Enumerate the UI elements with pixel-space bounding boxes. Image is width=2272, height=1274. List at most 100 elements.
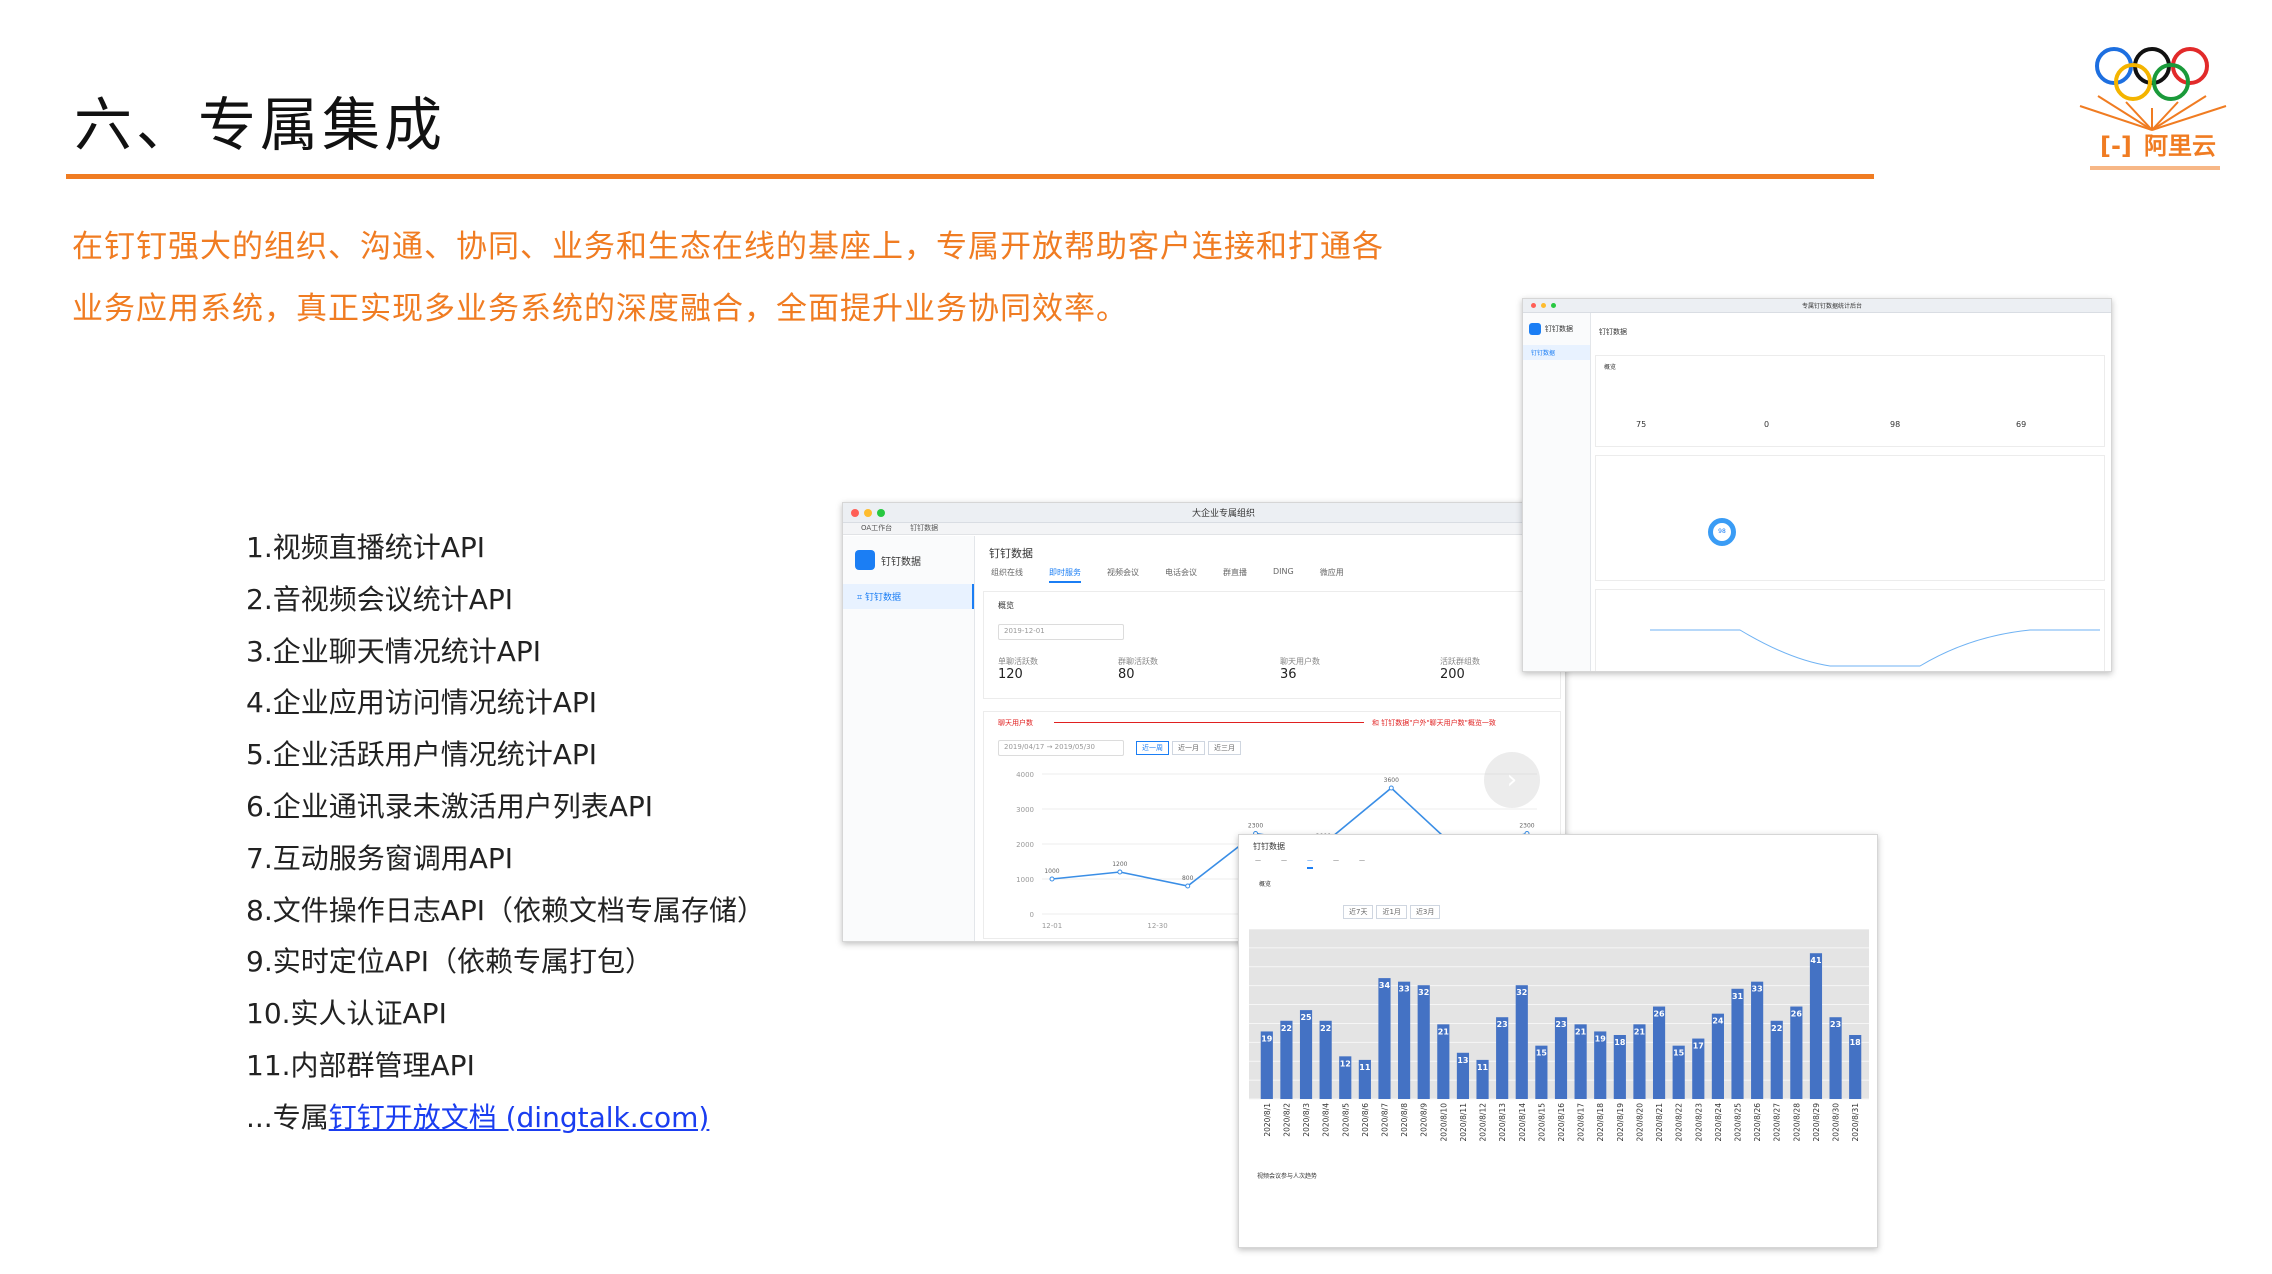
sidebar-app-title: 钉钉数据 <box>881 556 921 568</box>
title-underline <box>66 174 1874 179</box>
tab-5[interactable]: DING <box>1273 567 1294 583</box>
kpi-value: 80 <box>1118 667 1135 682</box>
overview-label: 概览 <box>1604 364 1617 371</box>
bar <box>1299 1010 1313 1099</box>
tab-1[interactable]: 即时服务 <box>1049 567 1081 583</box>
data-point <box>1117 869 1123 875</box>
range-buttons: 近一周 近一月 近三月 <box>1136 741 1244 755</box>
minimize-dot <box>864 508 872 517</box>
screenshot-top: 专属钉钉数据统计后台 钉钉数据 钉钉数据 钉钉数据 概览 75 0 98 69 … <box>1522 298 2112 672</box>
data-label: 1200 <box>1112 861 1127 868</box>
zoom-dot <box>1551 303 1556 308</box>
tab-2[interactable]: 视频会议 <box>1107 567 1139 583</box>
bar-value-label: 25 <box>1300 1013 1312 1022</box>
x-tick-label: 2020/8/2 <box>1282 1103 1291 1137</box>
bar-value-label: 18 <box>1850 1038 1862 1047</box>
tab-4[interactable]: — <box>1359 857 1365 869</box>
y-tick-label: 4000 <box>1016 771 1034 779</box>
close-dot <box>851 508 859 517</box>
tab-0[interactable]: — <box>1255 857 1261 869</box>
tab-3[interactable]: 电话会议 <box>1165 567 1197 583</box>
bar <box>1809 953 1823 1099</box>
bar <box>1711 1013 1724 1099</box>
x-tick-label: 2020/8/5 <box>1341 1103 1350 1137</box>
bar-value-label: 22 <box>1771 1024 1782 1033</box>
browser-tab-1[interactable]: OA工作台 <box>861 523 892 534</box>
tab-bar: — — — — — <box>1255 857 1365 869</box>
bar <box>1496 1017 1509 1099</box>
data-label: 800 <box>1182 875 1194 882</box>
sidebar-item-data[interactable]: 钉钉数据 <box>1523 345 1590 360</box>
tab-0[interactable]: 组织在线 <box>991 567 1023 583</box>
x-tick-label: 2020/8/27 <box>1773 1103 1782 1142</box>
kpi-1: 群聊活跃数 80 <box>1118 656 1158 682</box>
tab-3[interactable]: — <box>1333 857 1339 869</box>
bar-value-label: 22 <box>1281 1024 1292 1033</box>
y-tick-label: 3000 <box>1016 806 1034 814</box>
x-tick-label: 2020/8/1 <box>1263 1103 1272 1137</box>
data-label: 3600 <box>1384 777 1399 784</box>
chart-label: 聊天用户数 <box>998 719 1033 727</box>
x-tick-label: 2020/8/23 <box>1694 1103 1703 1142</box>
kpi-0: 单聊活跃数 120 <box>998 656 1038 682</box>
kpi-value: 200 <box>1440 667 1465 682</box>
date-picker[interactable]: 2019-12-01 <box>998 624 1124 640</box>
bar <box>1378 978 1391 1099</box>
range-week-button[interactable]: 近一周 <box>1136 741 1169 755</box>
api-item: 1.视频直播统计API <box>246 531 486 564</box>
bar-value-label: 11 <box>1477 1063 1489 1072</box>
tab-2[interactable]: — <box>1307 857 1313 869</box>
data-point <box>1049 876 1055 882</box>
window-titlebar: 大企业专属组织 <box>843 503 1565 523</box>
x-tick-label: 2020/8/14 <box>1518 1103 1527 1142</box>
area-card <box>1595 589 2105 671</box>
bar-value-label: 26 <box>1653 1010 1665 1019</box>
kpi-0: 75 <box>1636 420 1647 429</box>
next-page-button[interactable]: › <box>1484 752 1540 808</box>
x-tick-label: 2020/8/15 <box>1537 1103 1546 1142</box>
x-tick-label: 2020/8/9 <box>1420 1103 1429 1137</box>
dingtalk-docs-link[interactable]: 钉钉开放文档 (dingtalk.com) <box>329 1101 710 1134</box>
range-value: 2019/04/17 → 2019/05/30 <box>1004 743 1096 751</box>
range-7d-button[interactable]: 近7天 <box>1343 905 1374 919</box>
page-title: 钉钉数据 <box>1253 842 1285 851</box>
range-month-button[interactable]: 近一月 <box>1172 741 1205 755</box>
footer-prefix: ...专属 <box>246 1100 329 1134</box>
overview-label: 概览 <box>998 601 1014 610</box>
kpi-label: 聊天用户数 <box>1280 657 1320 666</box>
data-label: 2300 <box>1519 823 1534 830</box>
bar-value-label: 18 <box>1614 1038 1626 1047</box>
bar-value-label: 15 <box>1536 1049 1548 1058</box>
x-tick-label: 2020/8/16 <box>1557 1103 1566 1142</box>
tab-1[interactable]: — <box>1281 857 1287 869</box>
kpi-label: 单聊活跃数 <box>998 657 1038 666</box>
ring-card: 98 <box>1595 455 2105 581</box>
x-tick-label: 2020/8/7 <box>1380 1103 1389 1137</box>
x-tick-label: 2020/8/12 <box>1479 1103 1488 1142</box>
kpi-3: 69 <box>2016 420 2027 429</box>
bar-value-label: 12 <box>1340 1059 1351 1068</box>
range-3m-button[interactable]: 近3月 <box>1409 905 1441 919</box>
range-picker[interactable]: 2019/04/17 → 2019/05/30 <box>998 740 1124 756</box>
window-title: 专属钉钉数据统计后台 <box>1801 303 1862 310</box>
range-1m-button[interactable]: 近1月 <box>1376 905 1407 919</box>
bar-value-label: 19 <box>1261 1034 1273 1043</box>
tab-4[interactable]: 群直播 <box>1223 567 1247 583</box>
tab-6[interactable]: 微应用 <box>1320 567 1344 583</box>
range-quarter-button[interactable]: 近三月 <box>1208 741 1241 755</box>
bar-value-label: 21 <box>1438 1027 1450 1036</box>
x-tick-label: 2020/8/22 <box>1675 1103 1684 1142</box>
x-tick-label: 2020/8/10 <box>1439 1103 1448 1142</box>
bar-value-label: 23 <box>1555 1020 1566 1029</box>
browser-tab-2[interactable]: 钉钉数据 <box>910 523 938 534</box>
bar-value-label: 22 <box>1320 1024 1331 1033</box>
kpi-label: 活跃群组数 <box>1440 657 1480 666</box>
api-item: 9.实时定位API（依赖专属打包） <box>246 945 654 979</box>
api-item: 6.企业通讯录未激活用户列表API <box>246 789 654 823</box>
sidebar-item-label: 钉钉数据 <box>864 593 901 603</box>
kpi-value: 36 <box>1280 667 1297 682</box>
x-tick-label: 2020/8/25 <box>1734 1103 1743 1142</box>
bar <box>1398 981 1411 1099</box>
sidebar-item-data[interactable]: ⌗ 钉钉数据 <box>843 584 974 609</box>
data-point <box>1185 883 1191 889</box>
